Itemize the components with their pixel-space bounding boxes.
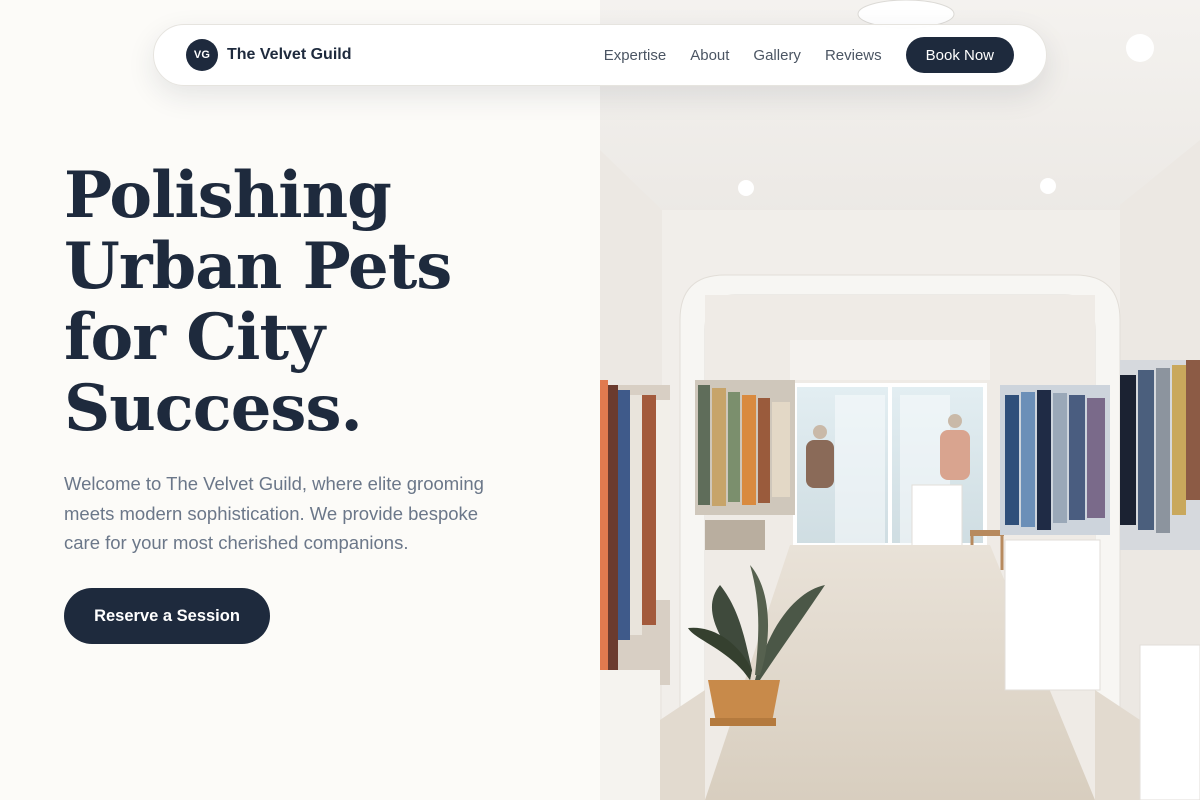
nav-link-reviews[interactable]: Reviews: [825, 47, 882, 64]
nav-link-gallery[interactable]: Gallery: [753, 47, 801, 64]
hero-title-line: Urban Pets: [64, 229, 452, 304]
reserve-session-button[interactable]: Reserve a Session: [64, 588, 270, 644]
hero-title: Polishing Urban Pets for City Success.: [64, 160, 584, 444]
nav-link-about[interactable]: About: [690, 47, 729, 64]
top-navigation: VG The Velvet Guild Expertise About Gall…: [153, 24, 1047, 86]
hero-title-line: for City: [64, 300, 325, 375]
hero-title-line: Polishing: [64, 158, 392, 233]
nav-links: Expertise About Gallery Reviews Book Now: [604, 37, 1014, 73]
hero-title-line: Success.: [64, 371, 363, 446]
book-now-button[interactable]: Book Now: [905, 37, 1014, 73]
nav-link-expertise[interactable]: Expertise: [604, 47, 667, 64]
brand-logo: VG: [186, 39, 218, 71]
hero-image: [600, 0, 1200, 800]
hero-description: Welcome to The Velvet Guild, where elite…: [64, 473, 484, 553]
brand-name: The Velvet Guild: [227, 46, 352, 63]
brand[interactable]: VG The Velvet Guild: [186, 39, 351, 71]
